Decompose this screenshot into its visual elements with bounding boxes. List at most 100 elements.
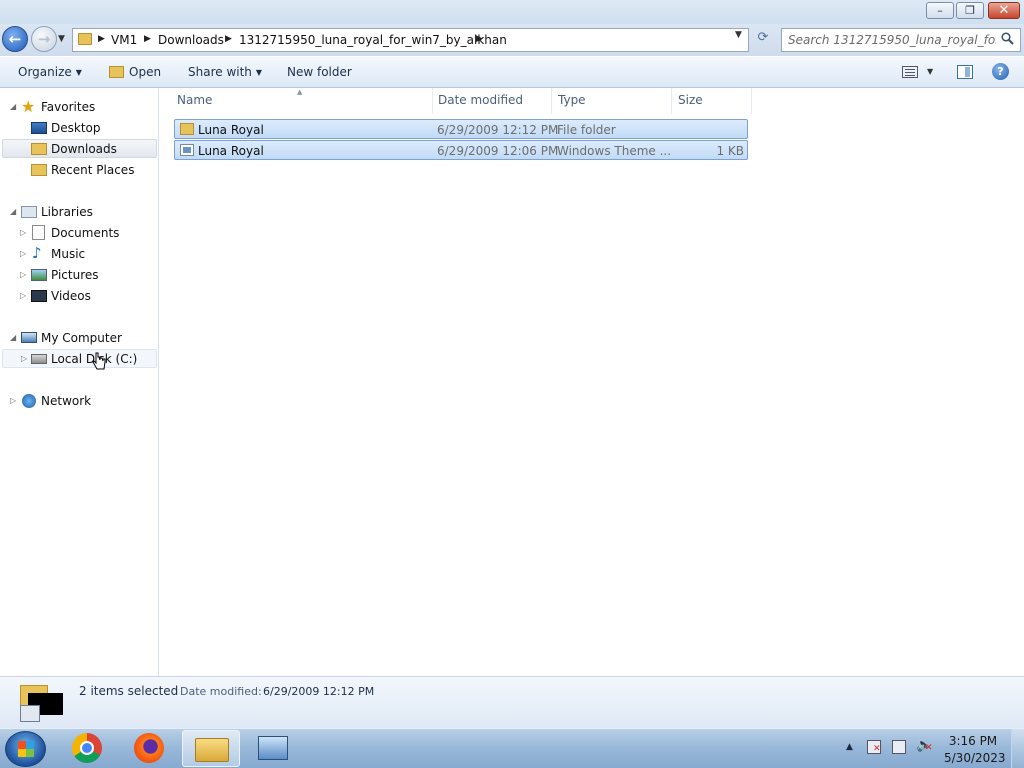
chevron-down-icon: ▼ [75, 68, 82, 77]
chevron-down-icon: ▼ [255, 68, 263, 77]
start-button[interactable] [5, 731, 46, 767]
column-divider[interactable] [432, 88, 433, 114]
open-button[interactable]: Open [109, 65, 161, 79]
nav-favorites-label: Favorites [41, 100, 96, 114]
search-input[interactable] [788, 32, 996, 48]
show-desktop-button[interactable] [1011, 729, 1024, 768]
column-divider[interactable] [551, 88, 552, 114]
nav-downloads[interactable]: Downloads [2, 139, 157, 158]
organize-button[interactable]: Organize ▼ [18, 65, 82, 79]
column-divider[interactable] [671, 88, 672, 114]
volume-muted-icon[interactable]: 🔈 [916, 738, 933, 753]
search-icon[interactable] [1001, 32, 1014, 45]
collapsed-triangle-icon[interactable]: ▷ [21, 354, 27, 363]
nav-favorites[interactable]: ◢ ★ Favorites [2, 97, 157, 117]
organize-label: Organize [18, 65, 72, 79]
breadcrumb-chevron-icon[interactable]: ▶ [225, 34, 232, 44]
collapsed-triangle-icon[interactable]: ▷ [20, 270, 26, 279]
file-date-modified: 6/29/2009 12:06 PM [437, 144, 559, 158]
expanded-triangle-icon[interactable]: ◢ [10, 102, 16, 111]
clock-time[interactable]: 3:16 PM [944, 734, 1002, 748]
navigation-pane: ◢ ★ Favorites Desktop Downloads Recent P… [0, 88, 159, 676]
breadcrumb-current-folder[interactable]: 1312715950_luna_royal_for_win7_by_alkhan [239, 33, 507, 47]
forward-button[interactable]: → [31, 26, 57, 52]
title-bar: – ❐ ✕ [0, 0, 1024, 24]
nav-videos[interactable]: ▷ Videos [2, 287, 157, 306]
folder-icon [180, 123, 194, 135]
search-box[interactable] [781, 28, 1021, 52]
videos-icon [31, 290, 47, 302]
file-row[interactable]: Luna Royal 6/29/2009 12:12 PM File folde… [174, 119, 748, 139]
address-bar[interactable]: ▶ VM1 ▶ Downloads ▶ 1312715950_luna_roya… [72, 28, 749, 52]
collapsed-triangle-icon[interactable]: ▷ [20, 249, 26, 258]
nav-local-disk[interactable]: ▷ Local Disk (C:) [2, 349, 157, 368]
collapsed-triangle-icon[interactable]: ▷ [20, 228, 26, 237]
share-with-button[interactable]: Share with ▼ [188, 65, 262, 79]
nav-libraries[interactable]: ◢ Libraries [2, 203, 157, 222]
refresh-icon[interactable]: ⟳ [753, 30, 773, 48]
nav-my-computer[interactable]: ◢ My Computer [2, 329, 157, 348]
file-list-pane[interactable]: ▲ Name Date modified Type Size Luna Roya… [160, 88, 1024, 676]
windows-logo-icon [18, 741, 34, 757]
collapsed-triangle-icon[interactable]: ▷ [20, 291, 26, 300]
nav-documents[interactable]: ▷ Documents [2, 224, 157, 243]
taskbar-firefox[interactable] [120, 730, 178, 767]
nav-music[interactable]: ▷ ♪ Music [2, 244, 157, 264]
back-button[interactable]: ← [2, 26, 28, 52]
minimize-button[interactable]: – [926, 2, 954, 19]
file-row[interactable]: Luna Royal 6/29/2009 12:06 PM Windows Th… [174, 140, 748, 160]
view-options-dropdown-icon[interactable]: ▼ [927, 67, 933, 76]
show-hidden-icons-icon[interactable]: ▲ [846, 742, 853, 752]
open-folder-icon [109, 66, 124, 78]
minimize-icon: – [937, 4, 943, 17]
network-status-icon[interactable] [892, 740, 906, 754]
folder-icon [78, 33, 92, 45]
help-icon[interactable]: ? [992, 63, 1009, 80]
nav-music-label: Music [51, 247, 86, 261]
taskbar-chrome[interactable] [58, 730, 116, 767]
taskbar-remote-desktop[interactable] [244, 730, 302, 767]
selection-count: 2 items selected [79, 684, 179, 698]
expanded-triangle-icon[interactable]: ◢ [10, 207, 16, 216]
nav-network[interactable]: ▷ Network [2, 392, 157, 411]
nav-recent-places[interactable]: Recent Places [2, 161, 157, 180]
preview-pane-icon[interactable] [957, 65, 973, 79]
file-type: Windows Theme ... [557, 144, 672, 158]
breadcrumb-chevron-icon[interactable]: ▶ [144, 34, 151, 44]
collapsed-triangle-icon[interactable]: ▷ [10, 396, 16, 405]
taskbar-explorer[interactable] [182, 730, 240, 767]
share-with-label: Share with [188, 65, 252, 79]
column-header-date-modified[interactable]: Date modified [438, 93, 523, 107]
file-date-modified: 6/29/2009 12:12 PM [437, 123, 559, 137]
network-globe-icon [22, 394, 36, 408]
nav-pictures[interactable]: ▷ Pictures [2, 266, 157, 285]
change-view-icon[interactable] [902, 66, 918, 78]
action-center-icon[interactable] [867, 740, 881, 754]
breadcrumb-vm1[interactable]: VM1 [111, 33, 137, 47]
address-dropdown-icon[interactable]: ▼ [735, 30, 742, 40]
clock-date[interactable]: 5/30/2023 [944, 751, 1006, 765]
nav-recent-places-label: Recent Places [51, 163, 135, 177]
favorites-star-icon: ★ [21, 97, 36, 116]
close-button[interactable]: ✕ [988, 2, 1020, 19]
libraries-icon [21, 206, 37, 218]
column-header-name[interactable]: Name [177, 93, 212, 107]
maximize-button[interactable]: ❐ [956, 2, 984, 19]
breadcrumb-chevron-icon[interactable]: ▶ [476, 34, 483, 44]
windows-explorer-icon [195, 738, 229, 762]
breadcrumb-chevron-icon[interactable]: ▶ [98, 34, 105, 44]
new-folder-button[interactable]: New folder [287, 65, 352, 79]
column-header-type[interactable]: Type [558, 93, 586, 107]
column-divider[interactable] [751, 88, 752, 114]
theme-file-icon [180, 144, 194, 156]
column-header-size[interactable]: Size [678, 93, 703, 107]
documents-icon [32, 225, 45, 240]
file-size: 1 KB [716, 144, 744, 158]
expanded-triangle-icon[interactable]: ◢ [10, 333, 16, 342]
forward-arrow-icon: → [37, 30, 51, 48]
nav-desktop-label: Desktop [51, 121, 101, 135]
breadcrumb-downloads[interactable]: Downloads [158, 33, 224, 47]
hand-cursor-icon [92, 352, 106, 370]
recent-pages-dropdown-icon[interactable]: ▼ [58, 34, 65, 44]
nav-desktop[interactable]: Desktop [2, 119, 157, 138]
